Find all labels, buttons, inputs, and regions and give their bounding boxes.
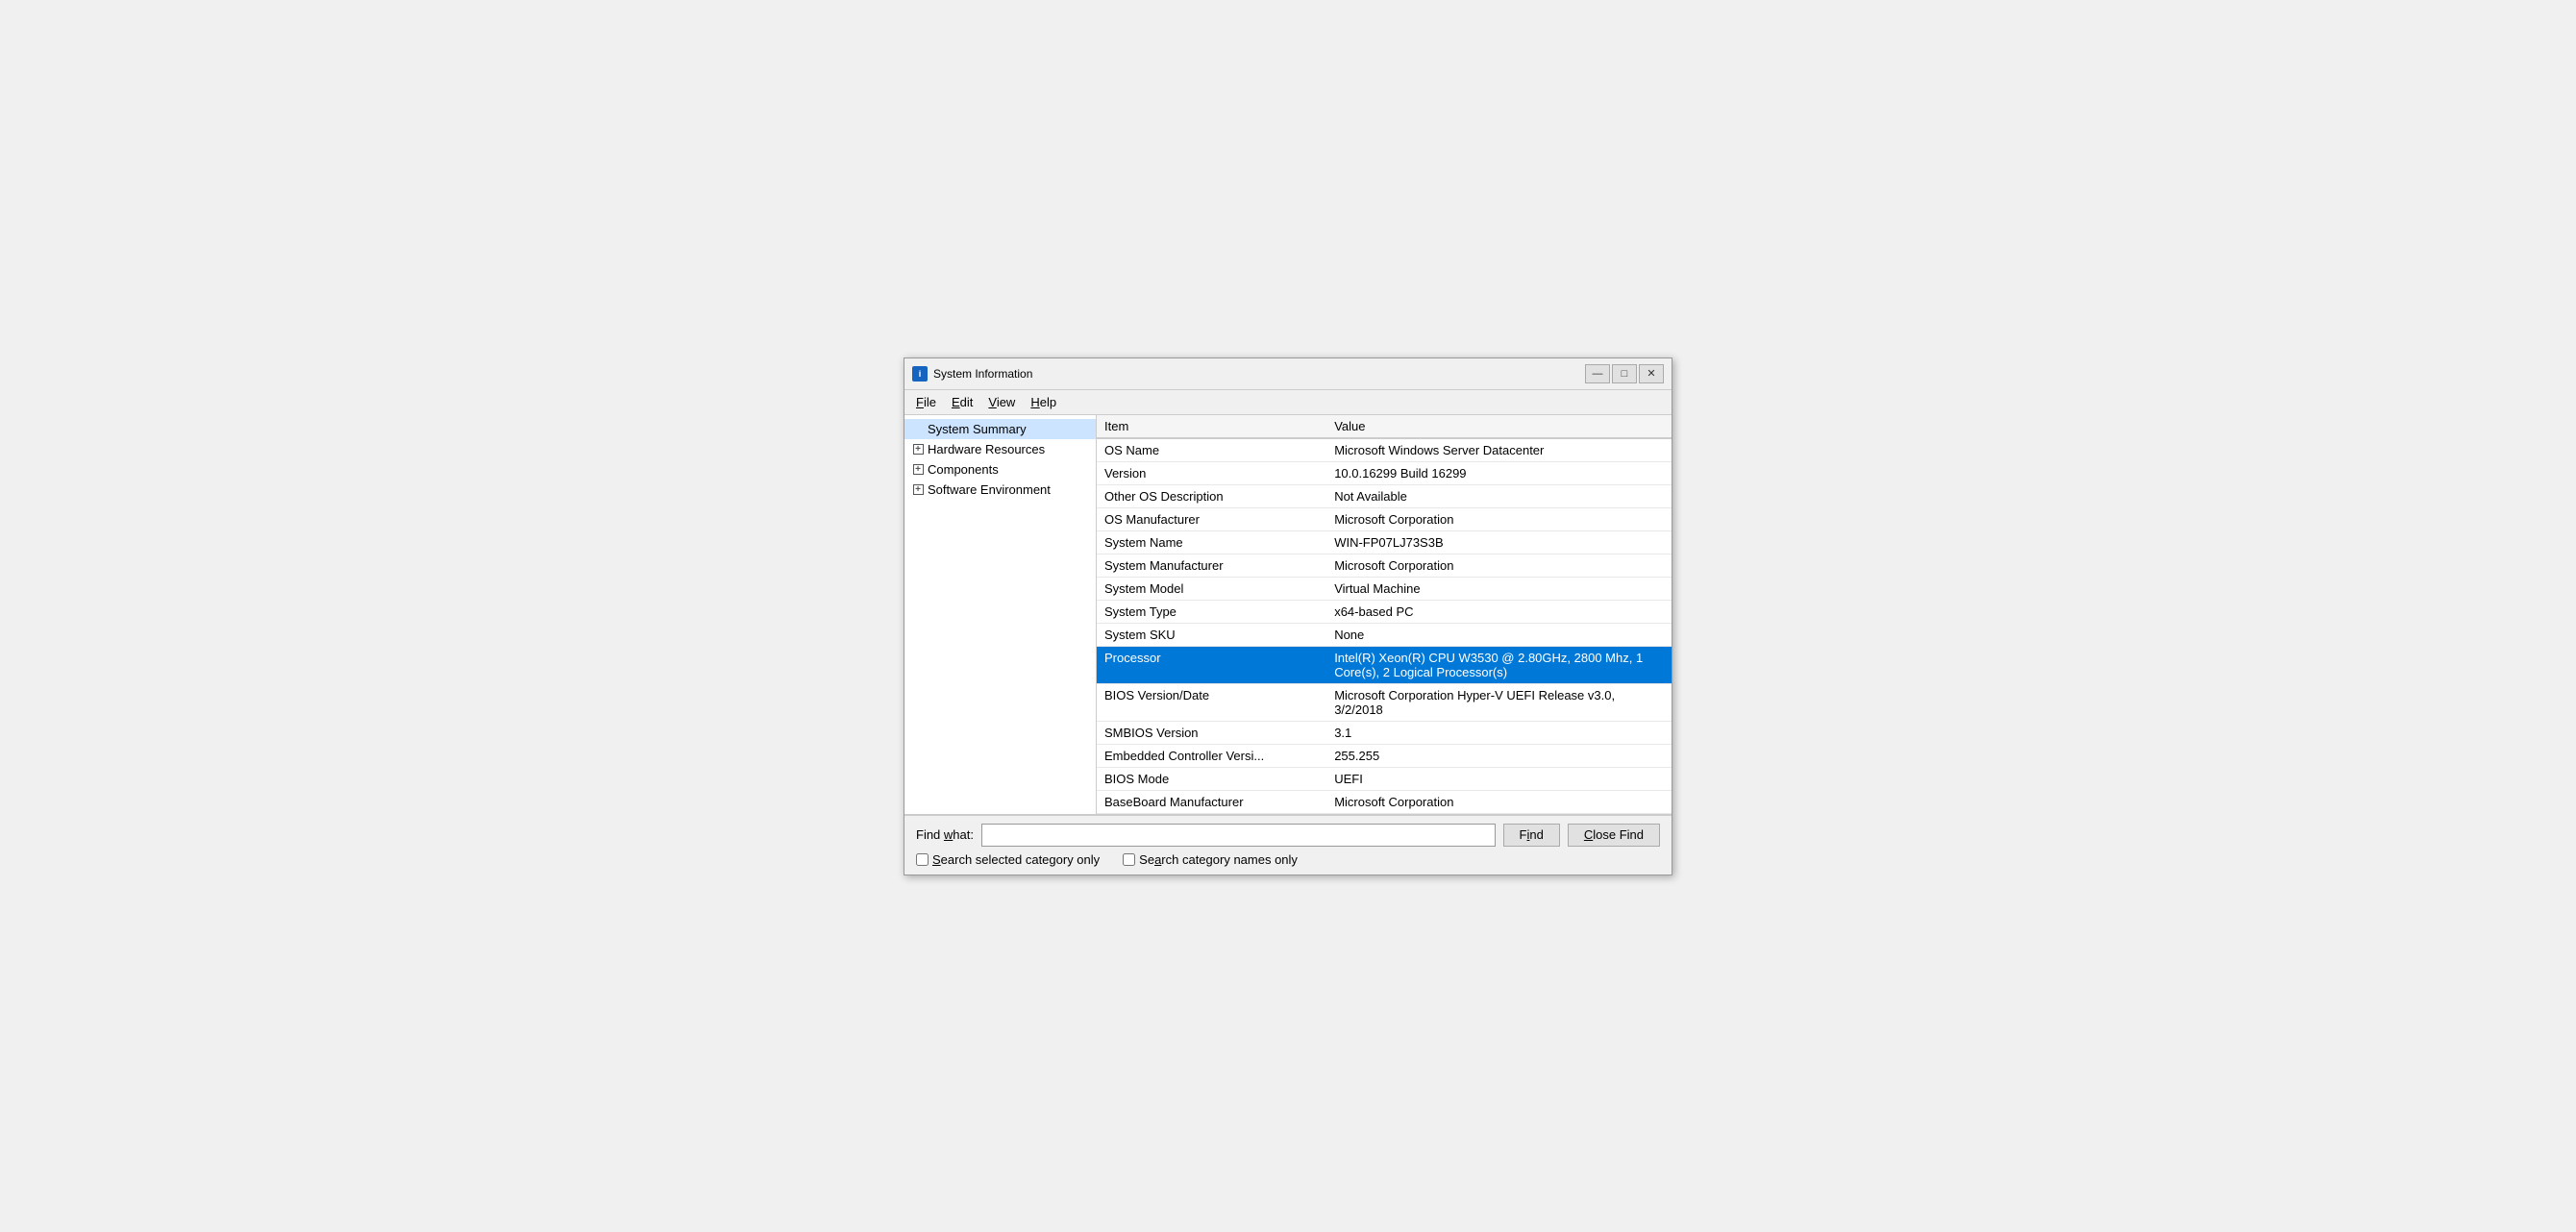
search-category-names-checkbox[interactable]: Search category names only	[1123, 852, 1298, 867]
table-row[interactable]: System Typex64-based PC	[1097, 600, 1672, 623]
header-item: Item	[1097, 415, 1326, 438]
table-cell-value: None	[1326, 623, 1672, 646]
table-cell-item: System Manufacturer	[1097, 554, 1326, 577]
menu-help[interactable]: Help	[1023, 392, 1064, 412]
table-cell-item: OS Manufacturer	[1097, 507, 1326, 530]
table-cell-value: Microsoft Corporation	[1326, 554, 1672, 577]
table-cell-item: SMBIOS Version	[1097, 721, 1326, 744]
table-row[interactable]: BaseBoard ManufacturerMicrosoft Corporat…	[1097, 790, 1672, 813]
find-row-options: Search selected category only Search cat…	[916, 852, 1660, 867]
search-selected-category-label: Search selected category only	[932, 852, 1100, 867]
table-row[interactable]: BIOS Version/DateMicrosoft Corporation H…	[1097, 683, 1672, 721]
sidebar-item-hardware-resources[interactable]: + Hardware Resources	[904, 439, 1096, 459]
search-selected-category-checkbox[interactable]: Search selected category only	[916, 852, 1100, 867]
table-row[interactable]: Other OS DescriptionNot Available	[1097, 484, 1672, 507]
find-row-input: Find what: Find Close Find	[916, 824, 1660, 847]
table-row[interactable]: ProcessorIntel(R) Xeon(R) CPU W3530 @ 2.…	[1097, 646, 1672, 683]
table-row[interactable]: Embedded Controller Versi...255.255	[1097, 744, 1672, 767]
sidebar-label-software-environment: Software Environment	[928, 482, 1051, 497]
table-row[interactable]: OS ManufacturerMicrosoft Corporation	[1097, 507, 1672, 530]
app-icon: i	[912, 366, 928, 382]
maximize-button[interactable]: □	[1612, 364, 1637, 383]
table-cell-value: Microsoft Corporation	[1326, 507, 1672, 530]
table-cell-item: BaseBoard Manufacturer	[1097, 790, 1326, 813]
table-cell-value: UEFI	[1326, 767, 1672, 790]
menu-view[interactable]: View	[980, 392, 1023, 412]
table-cell-value: Virtual Machine	[1326, 577, 1672, 600]
table-cell-value: Microsoft Corporation Hyper-V UEFI Relea…	[1326, 683, 1672, 721]
table-cell-item: Other OS Description	[1097, 484, 1326, 507]
table-row[interactable]: System ManufacturerMicrosoft Corporation	[1097, 554, 1672, 577]
table-cell-item: System SKU	[1097, 623, 1326, 646]
menu-bar: File Edit View Help	[904, 390, 1672, 415]
table-cell-item: BIOS Version/Date	[1097, 683, 1326, 721]
table-cell-item: System Type	[1097, 600, 1326, 623]
table-cell-value: x64-based PC	[1326, 600, 1672, 623]
sidebar-item-components[interactable]: + Components	[904, 459, 1096, 480]
table-cell-item: System Name	[1097, 530, 1326, 554]
main-window: i System Information — □ ✕ File Edit Vie…	[904, 357, 1672, 875]
system-info-table: Item Value OS NameMicrosoft Windows Serv…	[1097, 415, 1672, 814]
table-cell-value: Intel(R) Xeon(R) CPU W3530 @ 2.80GHz, 28…	[1326, 646, 1672, 683]
table-cell-item: System Model	[1097, 577, 1326, 600]
main-content: System Summary + Hardware Resources + Co…	[904, 415, 1672, 815]
table-cell-value: 255.255	[1326, 744, 1672, 767]
table-row[interactable]: System SKUNone	[1097, 623, 1672, 646]
expand-icon-hardware-resources: +	[912, 443, 924, 455]
window-controls: — □ ✕	[1585, 364, 1664, 383]
table-cell-value: WIN-FP07LJ73S3B	[1326, 530, 1672, 554]
minimize-button[interactable]: —	[1585, 364, 1610, 383]
title-bar: i System Information — □ ✕	[904, 358, 1672, 390]
table-cell-value: 3.1	[1326, 721, 1672, 744]
table-cell-value: Microsoft Corporation	[1326, 790, 1672, 813]
search-category-names-input[interactable]	[1123, 853, 1135, 866]
table-row[interactable]: BIOS ModeUEFI	[1097, 767, 1672, 790]
table-cell-value: 10.0.16299 Build 16299	[1326, 461, 1672, 484]
header-value: Value	[1326, 415, 1672, 438]
sidebar-item-system-summary[interactable]: System Summary	[904, 419, 1096, 439]
close-find-button[interactable]: Close Find	[1568, 824, 1660, 847]
find-bar: Find what: Find Close Find Search select…	[904, 815, 1672, 875]
table-cell-item: Embedded Controller Versi...	[1097, 744, 1326, 767]
expand-icon-components: +	[912, 463, 924, 475]
find-label: Find what:	[916, 827, 974, 842]
table-row[interactable]: OS NameMicrosoft Windows Server Datacent…	[1097, 438, 1672, 462]
close-button[interactable]: ✕	[1639, 364, 1664, 383]
search-selected-category-input[interactable]	[916, 853, 929, 866]
table-row[interactable]: Version10.0.16299 Build 16299	[1097, 461, 1672, 484]
detail-table: Item Value OS NameMicrosoft Windows Serv…	[1097, 415, 1672, 814]
table-cell-value: Not Available	[1326, 484, 1672, 507]
find-button[interactable]: Find	[1503, 824, 1560, 847]
sidebar-item-software-environment[interactable]: + Software Environment	[904, 480, 1096, 500]
table-cell-value: Microsoft Windows Server Datacenter	[1326, 438, 1672, 462]
detail-pane: Item Value OS NameMicrosoft Windows Serv…	[1097, 415, 1672, 814]
table-cell-item: Processor	[1097, 646, 1326, 683]
sidebar-label-hardware-resources: Hardware Resources	[928, 442, 1045, 456]
table-row[interactable]: System ModelVirtual Machine	[1097, 577, 1672, 600]
table-cell-item: Version	[1097, 461, 1326, 484]
sidebar-label-system-summary: System Summary	[928, 422, 1027, 436]
table-row[interactable]: System NameWIN-FP07LJ73S3B	[1097, 530, 1672, 554]
table-row[interactable]: SMBIOS Version3.1	[1097, 721, 1672, 744]
search-category-names-label: Search category names only	[1139, 852, 1298, 867]
find-input[interactable]	[981, 824, 1496, 847]
sidebar: System Summary + Hardware Resources + Co…	[904, 415, 1097, 814]
menu-edit[interactable]: Edit	[944, 392, 980, 412]
sidebar-label-components: Components	[928, 462, 999, 477]
menu-file[interactable]: File	[908, 392, 944, 412]
table-cell-item: OS Name	[1097, 438, 1326, 462]
expand-icon-software-environment: +	[912, 483, 924, 495]
table-cell-item: BIOS Mode	[1097, 767, 1326, 790]
window-title: System Information	[933, 367, 1585, 381]
